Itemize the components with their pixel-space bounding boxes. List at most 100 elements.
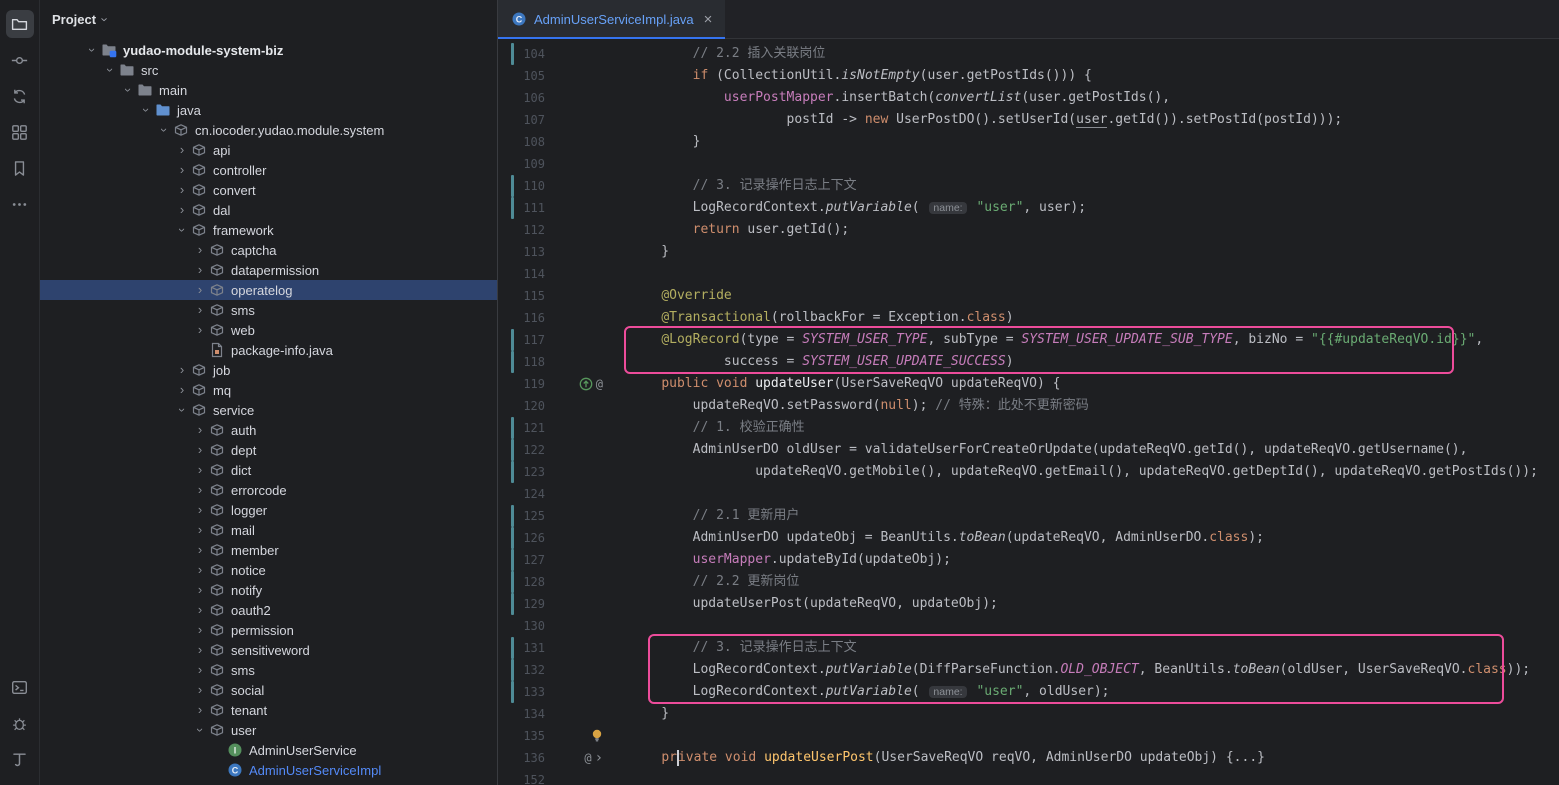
bookmarks-icon[interactable] [6,154,34,182]
tree-item-framework[interactable]: ›framework [40,220,497,240]
chevron-down-icon[interactable]: › [98,17,113,21]
tree-item-cn-iocoder-yudao-module-system[interactable]: ›cn.iocoder.yudao.module.system [40,120,497,140]
code-text[interactable]: LogRecordContext.putVariable(DiffParseFu… [611,659,1530,681]
line-number[interactable]: 105 [514,65,545,87]
tree-item-captcha[interactable]: ›captcha [40,240,497,260]
tree-item-notify[interactable]: ›notify [40,580,497,600]
code-text[interactable]: // 2.2 更新岗位 [611,571,799,593]
line-number[interactable]: 113 [514,241,545,263]
line-number[interactable]: 129 [514,593,545,615]
tree-item-member[interactable]: ›member [40,540,497,560]
code-text[interactable]: userMapper.updateById(updateObj); [611,549,951,571]
line-number[interactable]: 110 [514,175,545,197]
code-text[interactable]: LogRecordContext.putVariable( name: "use… [611,681,1110,703]
line-number[interactable]: 123 [514,461,545,483]
chevron-collapsed-icon[interactable]: › [192,680,208,700]
code-text[interactable]: private void updateUserPost(UserSaveReqV… [611,747,1265,769]
chevron-collapsed-icon[interactable]: › [192,320,208,340]
chevron-collapsed-icon[interactable]: › [174,160,190,180]
code-text[interactable]: public void updateUser(UserSaveReqVO upd… [611,373,1061,395]
line-number[interactable]: 127 [514,549,545,571]
tree-item-datapermission[interactable]: ›datapermission [40,260,497,280]
code-text[interactable]: AdminUserDO oldUser = validateUserForCre… [611,439,1467,461]
line-number[interactable]: 135 [514,725,545,747]
tree-item-user[interactable]: ›user [40,720,497,740]
pull-requests-icon[interactable] [6,82,34,110]
tree-item-auth[interactable]: ›auth [40,420,497,440]
tree-item-web[interactable]: ›web [40,320,497,340]
structure-icon[interactable] [6,118,34,146]
chevron-expanded-icon[interactable]: › [100,62,120,78]
tree-item-errorcode[interactable]: ›errorcode [40,480,497,500]
code-text[interactable]: updateUserPost(updateReqVO, updateObj); [611,593,998,615]
code-text[interactable]: success = SYSTEM_USER_UPDATE_SUCCESS) [611,351,1014,373]
line-number[interactable]: 136 [514,747,545,769]
tree-item-operatelog[interactable]: ›operatelog [40,280,497,300]
tree-item-sensitiveword[interactable]: ›sensitiveword [40,640,497,660]
line-number[interactable]: 111 [514,197,545,219]
tree-item-adminuserservice[interactable]: IAdminUserService [40,740,497,760]
line-number[interactable]: 131 [514,637,545,659]
chevron-expanded-icon[interactable]: › [82,42,102,58]
code-text[interactable]: userPostMapper.insertBatch(convertList(u… [611,87,1170,109]
code-text[interactable]: } [611,241,669,263]
fold-chevron-icon[interactable]: › [595,747,603,769]
line-number[interactable]: 152 [514,769,545,785]
code-text[interactable]: // 3. 记录操作日志上下文 [611,175,857,197]
chevron-collapsed-icon[interactable]: › [192,620,208,640]
chevron-collapsed-icon[interactable]: › [192,540,208,560]
tree-item-dept[interactable]: ›dept [40,440,497,460]
line-number[interactable]: 124 [514,483,545,505]
line-number[interactable]: 115 [514,285,545,307]
line-number[interactable]: 112 [514,219,545,241]
override-icon[interactable] [579,377,593,391]
chevron-collapsed-icon[interactable]: › [192,660,208,680]
tree-item-oauth2[interactable]: ›oauth2 [40,600,497,620]
profiler-icon[interactable] [6,745,34,773]
tree-item-tenant[interactable]: ›tenant [40,700,497,720]
line-number[interactable]: 122 [514,439,545,461]
tree-item-dal[interactable]: ›dal [40,200,497,220]
tree-item-mq[interactable]: ›mq [40,380,497,400]
tree-item-yudao-module-system-biz[interactable]: ›yudao-module-system-biz [40,40,497,60]
debug-icon[interactable] [6,709,34,737]
chevron-collapsed-icon[interactable]: › [192,420,208,440]
annotation-gutter-icon[interactable]: @ [584,747,591,769]
chevron-expanded-icon[interactable]: › [154,122,174,138]
chevron-collapsed-icon[interactable]: › [192,460,208,480]
code-text[interactable]: postId -> new UserPostDO().setUserId(use… [611,109,1342,131]
tree-item-src[interactable]: ›src [40,60,497,80]
code-text[interactable]: // 2.1 更新用户 [611,505,799,527]
chevron-expanded-icon[interactable]: › [118,82,138,98]
tree-item-mail[interactable]: ›mail [40,520,497,540]
editor-tab-adminuserserviceimpl-java[interactable]: CAdminUserServiceImpl.java× [498,0,725,38]
line-number[interactable]: 109 [514,153,545,175]
tree-item-adminuserserviceimpl[interactable]: CAdminUserServiceImpl [40,760,497,780]
tree-item-java[interactable]: ›java [40,100,497,120]
bulb-icon[interactable] [591,729,603,743]
chevron-collapsed-icon[interactable]: › [192,440,208,460]
tree-item-service[interactable]: ›service [40,400,497,420]
line-number[interactable]: 117 [514,329,545,351]
line-number[interactable]: 121 [514,417,545,439]
annotation-gutter-icon[interactable]: @ [596,373,603,395]
line-number[interactable]: 132 [514,659,545,681]
code-text[interactable]: // 2.2 插入关联岗位 [611,43,825,65]
chevron-collapsed-icon[interactable]: › [192,560,208,580]
line-number[interactable]: 119 [514,373,545,395]
tree-item-controller[interactable]: ›controller [40,160,497,180]
code-text[interactable]: return user.getId(); [611,219,849,241]
tree-item-notice[interactable]: ›notice [40,560,497,580]
chevron-expanded-icon[interactable]: › [190,722,210,738]
chevron-collapsed-icon[interactable]: › [192,520,208,540]
chevron-collapsed-icon[interactable]: › [192,640,208,660]
tree-item-dict[interactable]: ›dict [40,460,497,480]
chevron-collapsed-icon[interactable]: › [192,580,208,600]
code-text[interactable]: @Override [611,285,732,307]
tree-item-api[interactable]: ›api [40,140,497,160]
chevron-collapsed-icon[interactable]: › [192,260,208,280]
project-folder-icon[interactable] [6,10,34,38]
line-number[interactable]: 107 [514,109,545,131]
line-number[interactable]: 125 [514,505,545,527]
editor-body[interactable]: 104 // 2.2 插入关联岗位105 if (CollectionUtil.… [498,39,1559,785]
